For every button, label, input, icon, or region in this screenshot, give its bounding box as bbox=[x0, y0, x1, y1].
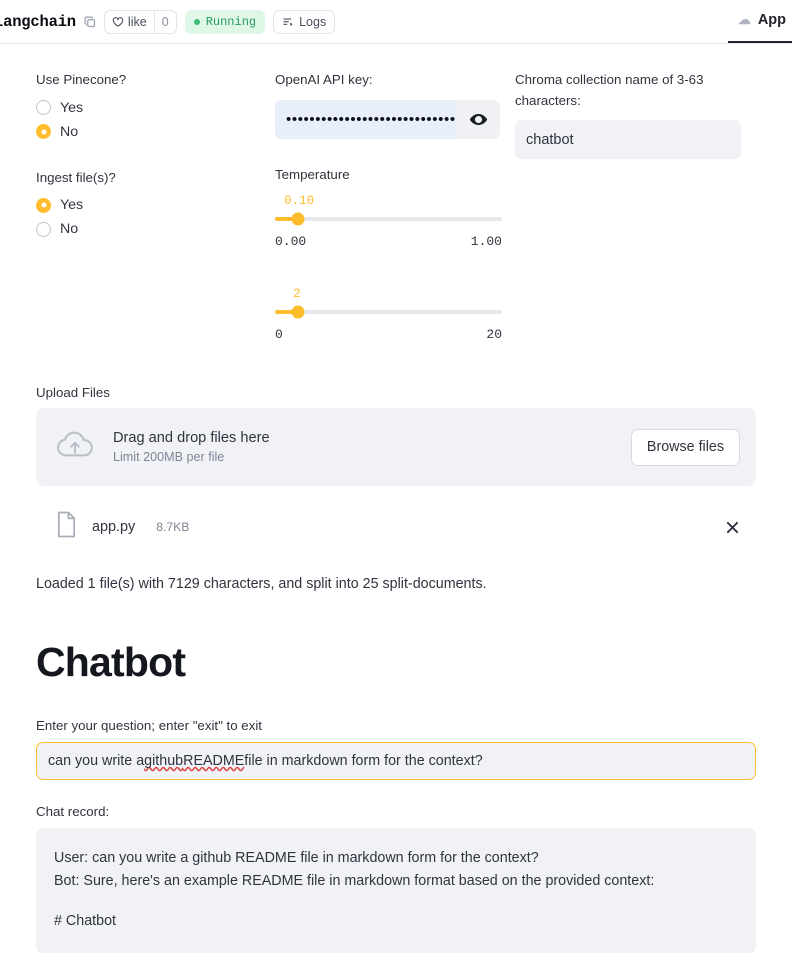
temperature-max: 1.00 bbox=[470, 234, 502, 250]
radio-icon bbox=[36, 197, 51, 213]
chroma-label: Chroma collection name of 3-63 character… bbox=[515, 72, 704, 108]
chat-record-label: Chat record: bbox=[36, 804, 110, 820]
question-text-misspell-2: README bbox=[183, 753, 245, 770]
temperature-value: 0.10 bbox=[284, 194, 315, 209]
tab-app-label: App bbox=[757, 12, 786, 28]
radio-label: Yes bbox=[60, 197, 84, 214]
question-label: Enter your question; enter "exit" to exi… bbox=[36, 718, 263, 734]
question-text-post: file in markdown form for the context? bbox=[244, 753, 483, 770]
radio-label: No bbox=[60, 123, 79, 140]
radio-pinecone-no[interactable]: No bbox=[36, 124, 275, 140]
logs-button[interactable]: Logs bbox=[273, 9, 336, 34]
page-title: Chatbot bbox=[36, 639, 186, 686]
chat-record-line: User: can you write a github README file… bbox=[54, 850, 539, 867]
second-slider-track-wrap[interactable] bbox=[275, 305, 502, 319]
header-left-group: langchain like 0 Running Logs bbox=[0, 9, 336, 34]
temperature-track-wrap[interactable] bbox=[275, 212, 502, 226]
question-text-pre: can you write a bbox=[48, 753, 145, 770]
radio-icon bbox=[36, 221, 51, 237]
file-dropzone[interactable]: Drag and drop files here Limit 200MB per… bbox=[36, 408, 756, 487]
ingest-label: Ingest file(s)? bbox=[36, 169, 116, 185]
api-key-field-group[interactable]: •••••••••••••••••••••••••••••••••••••• bbox=[275, 99, 500, 139]
chroma-input[interactable]: chatbot bbox=[515, 120, 741, 160]
question-input[interactable]: can you write a github README file in ma… bbox=[36, 742, 756, 781]
status-dot-icon bbox=[193, 18, 200, 25]
loaded-status-text: Loaded 1 file(s) with 7129 characters, a… bbox=[36, 576, 487, 593]
logs-label: Logs bbox=[299, 14, 327, 29]
temperature-label: Temperature bbox=[275, 166, 350, 182]
api-key-input[interactable]: •••••••••••••••••••••••••••••••••••••• bbox=[275, 99, 456, 139]
app-header: langchain like 0 Running Logs ☁ App bbox=[0, 0, 792, 44]
radio-label: No bbox=[60, 221, 79, 238]
slider-track[interactable] bbox=[275, 212, 502, 226]
chat-record-line: Bot: Sure, here's an example README file… bbox=[54, 873, 655, 890]
radio-ingest-no[interactable]: No bbox=[36, 221, 275, 237]
repo-name: langchain bbox=[0, 12, 76, 31]
upload-label: Upload Files bbox=[36, 385, 110, 401]
slider-track[interactable] bbox=[275, 305, 502, 319]
chat-record-line: # Chatbot bbox=[54, 913, 116, 930]
status-label: Running bbox=[205, 14, 257, 29]
radio-ingest-yes[interactable]: Yes bbox=[36, 197, 275, 213]
close-icon[interactable] bbox=[725, 520, 740, 535]
status-badge: Running bbox=[184, 9, 266, 34]
radio-column: Use Pinecone? Yes No Ingest file(s)? Yes… bbox=[36, 70, 275, 342]
slider-thumb[interactable] bbox=[291, 212, 305, 226]
like-button[interactable]: like bbox=[105, 11, 154, 33]
radio-label: Yes bbox=[60, 99, 84, 116]
radio-pinecone-yes[interactable]: Yes bbox=[36, 100, 275, 116]
radio-icon bbox=[36, 100, 51, 116]
question-text-misspell-1: github bbox=[144, 753, 184, 770]
temperature-slider[interactable]: 0.10 0.00 1.00 bbox=[275, 194, 502, 249]
api-key-label: OpenAI API key: bbox=[275, 72, 373, 87]
like-label: like bbox=[127, 14, 147, 29]
temperature-range: 0.00 1.00 bbox=[275, 234, 502, 249]
chroma-column: Chroma collection name of 3-63 character… bbox=[515, 70, 755, 342]
second-slider-value: 2 bbox=[293, 287, 301, 302]
like-group[interactable]: like 0 bbox=[103, 9, 177, 34]
cloud-upload-icon bbox=[55, 429, 95, 466]
like-count: 0 bbox=[153, 10, 176, 33]
eye-icon[interactable] bbox=[456, 99, 500, 139]
uploaded-file-row: app.py 8.7KB bbox=[36, 508, 756, 546]
dropzone-subtitle: Limit 200MB per file bbox=[113, 450, 225, 465]
slider-thumb[interactable] bbox=[291, 305, 305, 319]
dropzone-texts: Drag and drop files here Limit 200MB per… bbox=[113, 430, 613, 464]
file-size: 8.7KB bbox=[156, 520, 190, 535]
radio-icon bbox=[36, 124, 51, 140]
second-slider-range: 0 20 bbox=[275, 327, 502, 342]
pinecone-label: Use Pinecone? bbox=[36, 72, 127, 87]
logs-icon bbox=[283, 17, 293, 26]
second-slider-min: 0 bbox=[275, 327, 283, 343]
second-slider-max: 20 bbox=[486, 327, 502, 343]
second-slider[interactable]: 2 0 20 bbox=[275, 287, 502, 342]
cube-icon: ☁ bbox=[737, 12, 751, 27]
second-slider-value-wrap: 2 bbox=[275, 287, 502, 303]
header-right-group: ☁ App bbox=[727, 0, 792, 43]
file-icon bbox=[55, 511, 78, 543]
browse-files-button[interactable]: Browse files bbox=[630, 428, 740, 466]
heart-icon bbox=[112, 16, 124, 27]
file-name: app.py bbox=[92, 519, 136, 536]
app-body: Use Pinecone? Yes No Ingest file(s)? Yes… bbox=[0, 44, 792, 953]
settings-row: Use Pinecone? Yes No Ingest file(s)? Yes… bbox=[0, 44, 792, 342]
apikey-slider-column: OpenAI API key: ••••••••••••••••••••••••… bbox=[275, 70, 515, 342]
chat-record-box: User: can you write a github README file… bbox=[36, 828, 756, 953]
tab-app[interactable]: ☁ App bbox=[727, 0, 792, 43]
upload-section: Upload Files Drag and drop files here Li… bbox=[0, 385, 792, 546]
dropzone-title: Drag and drop files here bbox=[113, 430, 270, 447]
copy-icon[interactable] bbox=[84, 16, 96, 28]
question-input-wrap: can you write a github README file in ma… bbox=[0, 742, 792, 781]
temperature-min: 0.00 bbox=[275, 234, 307, 250]
chat-record-wrap: User: can you write a github README file… bbox=[0, 828, 792, 953]
temperature-value-wrap: 0.10 bbox=[275, 194, 502, 210]
